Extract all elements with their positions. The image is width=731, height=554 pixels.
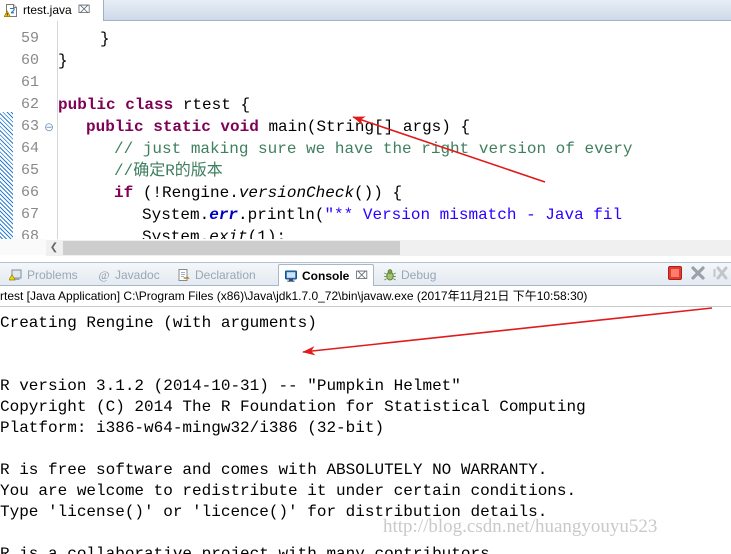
code-line[interactable]: public class rtest { bbox=[58, 94, 250, 116]
code-token-plain: System. bbox=[142, 206, 210, 224]
editor-tab-label: rtest.java bbox=[23, 3, 72, 17]
view-tab-close-icon[interactable]: ⌧ bbox=[355, 269, 368, 282]
line-number: 63 bbox=[20, 118, 39, 135]
terminate-button[interactable] bbox=[667, 265, 683, 281]
view-tab-label: Problems bbox=[27, 268, 78, 282]
code-token-plain: } bbox=[58, 52, 68, 70]
code-line[interactable]: public static void main(String[] args) { bbox=[86, 116, 470, 138]
line-number: 68 bbox=[20, 228, 39, 239]
console-line: Copyright (C) 2014 The R Foundation for … bbox=[0, 398, 586, 416]
code-token-kw: public static void bbox=[86, 118, 269, 136]
svg-text:@: @ bbox=[98, 268, 109, 282]
line-number: 60 bbox=[20, 52, 39, 69]
code-token-cmt: //确定R的版本 bbox=[114, 162, 223, 180]
code-token-plain: ()) { bbox=[354, 184, 403, 202]
code-token-mth: exit bbox=[209, 228, 248, 239]
view-tab-label: Debug bbox=[401, 268, 437, 282]
console-line: Platform: i386-w64-mingw32/i386 (32-bit) bbox=[0, 419, 385, 437]
view-tab-declaration[interactable]: Declaration bbox=[172, 264, 261, 286]
problems-icon bbox=[8, 268, 23, 282]
editor-bottom-band bbox=[0, 239, 46, 255]
line-number: 62 bbox=[20, 96, 39, 113]
console-icon bbox=[284, 269, 298, 283]
declaration-icon bbox=[177, 268, 191, 282]
view-tab-console[interactable]: Console ⌧ bbox=[278, 264, 375, 286]
console-view-toolbar bbox=[667, 265, 729, 281]
debug-bug-icon bbox=[383, 268, 397, 282]
code-token-plain: rtest { bbox=[182, 96, 251, 114]
code-line[interactable]: // just making sure we have the right ve… bbox=[114, 138, 632, 160]
editor-tab-rtest-java[interactable]: rtest.java ⌧ bbox=[0, 0, 104, 21]
code-line[interactable]: System.exit(1); bbox=[142, 226, 286, 239]
fold-collapse-icon[interactable]: ⊖ bbox=[43, 121, 55, 133]
code-token-kw: public class bbox=[58, 96, 183, 114]
console-view[interactable]: rtest [Java Application] C:\Program File… bbox=[0, 286, 731, 554]
view-tab-problems[interactable]: Problems bbox=[4, 264, 83, 286]
console-line: Creating Rengine (with arguments) bbox=[0, 314, 317, 332]
editor-tab-close-icon[interactable]: ⌧ bbox=[78, 4, 91, 17]
code-line[interactable]: System.err.println("** Version mismatch … bbox=[142, 204, 622, 226]
console-header-divider bbox=[0, 306, 731, 307]
code-token-plain: System. bbox=[142, 228, 210, 239]
javadoc-at-icon: @ bbox=[97, 268, 111, 282]
view-tab-label: Declaration bbox=[195, 268, 256, 282]
line-number: 65 bbox=[20, 162, 39, 179]
code-token-plain: main(String[] args) { bbox=[268, 118, 471, 136]
line-number: 66 bbox=[20, 184, 39, 201]
editor-code-area[interactable]: }} public class rtest {public static void… bbox=[58, 21, 731, 239]
code-token-kw: if bbox=[114, 184, 143, 202]
line-number: 64 bbox=[20, 140, 39, 157]
console-line: R version 3.1.2 (2014-10-31) -- "Pumpkin… bbox=[0, 377, 461, 395]
view-tab-debug[interactable]: Debug bbox=[378, 264, 441, 286]
view-tab-label: Console bbox=[302, 268, 350, 283]
code-line[interactable]: //确定R的版本 bbox=[114, 160, 223, 182]
code-line[interactable]: if (!Rengine.versionCheck()) { bbox=[114, 182, 402, 204]
code-token-plain: (1); bbox=[247, 228, 287, 239]
code-token-plain: .println( bbox=[238, 206, 325, 224]
line-number: 59 bbox=[20, 30, 39, 47]
editor-tab-strip: rtest.java ⌧ bbox=[0, 0, 731, 21]
line-number: 61 bbox=[20, 74, 39, 91]
remove-all-terminated-button[interactable] bbox=[713, 265, 729, 281]
view-tab-label: Javadoc bbox=[115, 268, 160, 282]
console-line: Type 'license()' or 'licence()' for dist… bbox=[0, 503, 548, 521]
code-line[interactable]: } bbox=[58, 50, 68, 72]
code-token-cmt: // just making sure we have the right ve… bbox=[114, 140, 633, 158]
console-line: R is free software and comes with ABSOLU… bbox=[0, 461, 548, 479]
console-launch-header: rtest [Java Application] C:\Program File… bbox=[0, 289, 588, 303]
scrollbar-thumb[interactable] bbox=[63, 241, 400, 255]
line-number: 67 bbox=[20, 206, 39, 223]
editor-horizontal-scrollbar[interactable]: ❮ bbox=[46, 239, 731, 256]
editor-line-number-ruler: 59 60 61 62 63 ⊖ 64 65 66 67 68 bbox=[13, 21, 58, 239]
eclipse-ide-window: rtest.java ⌧ 59 60 61 62 63 ⊖ 64 65 66 67 68 }} pub… bbox=[0, 0, 731, 554]
editor-tab-strip-background bbox=[0, 0, 731, 20]
source-editor[interactable]: 59 60 61 62 63 ⊖ 64 65 66 67 68 }} public class rte… bbox=[0, 21, 731, 239]
java-file-warning-icon bbox=[3, 3, 19, 18]
code-token-plain: (!Rengine. bbox=[142, 184, 239, 202]
console-line: R is a collaborative project with many c… bbox=[0, 545, 500, 554]
code-token-plain: } bbox=[100, 30, 110, 48]
scroll-left-arrow-icon[interactable]: ❮ bbox=[46, 240, 62, 256]
code-token-str: "** Version mismatch - Java fil bbox=[324, 206, 623, 224]
code-token-fld: err bbox=[209, 206, 239, 224]
code-line[interactable]: } bbox=[100, 28, 110, 50]
code-token-mth: versionCheck bbox=[238, 184, 355, 202]
view-tab-javadoc[interactable]: @ Javadoc bbox=[92, 264, 165, 286]
bottom-view-tab-strip: Problems @ Javadoc Declaration Console ⌧ Debug bbox=[0, 262, 731, 286]
remove-launch-button[interactable] bbox=[690, 265, 706, 281]
console-line: You are welcome to redistribute it under… bbox=[0, 482, 577, 500]
